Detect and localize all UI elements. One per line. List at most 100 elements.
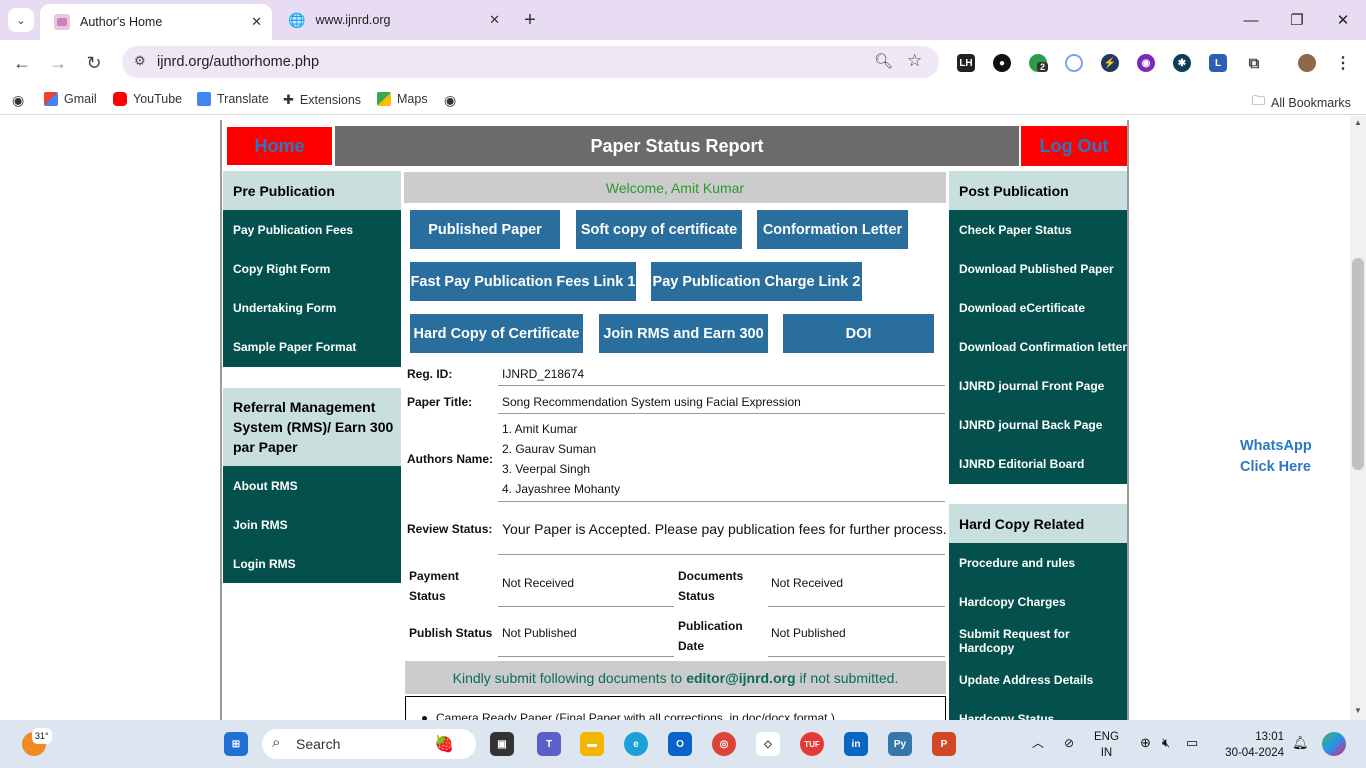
bookmark-star-icon[interactable]: ☆ bbox=[907, 51, 922, 71]
weather-temp: 31° bbox=[32, 728, 52, 744]
outlook-icon[interactable]: O bbox=[668, 732, 692, 756]
fast-pay-link1-button[interactable]: Fast Pay Publication Fees Link 1 bbox=[410, 262, 636, 301]
taskbar-search[interactable]: ⌕ Search 🍓 bbox=[262, 729, 476, 759]
close-tab-icon[interactable]: ✕ bbox=[251, 14, 262, 30]
menu-download-ecertificate[interactable]: Download eCertificate bbox=[949, 288, 1127, 327]
new-tab-icon[interactable]: + bbox=[518, 8, 542, 32]
menu-undertaking-form[interactable]: Undertaking Form bbox=[223, 288, 401, 327]
bookmark-globe-icon[interactable]: ◉ bbox=[12, 92, 24, 109]
soft-copy-certificate-button[interactable]: Soft copy of certificate bbox=[576, 210, 742, 249]
zoom-icon[interactable]: 🔍︎ bbox=[874, 52, 893, 70]
menu-pay-publication-fees[interactable]: Pay Publication Fees bbox=[223, 210, 401, 249]
hard-copy-certificate-button[interactable]: Hard Copy of Certificate bbox=[410, 314, 583, 353]
menu-join-rms[interactable]: Join RMS bbox=[223, 505, 401, 544]
bookmark-extensions[interactable]: ✚ Extensions bbox=[283, 92, 361, 108]
menu-journal-front-page[interactable]: IJNRD journal Front Page bbox=[949, 366, 1127, 405]
bookmark-label: Translate bbox=[217, 92, 269, 106]
extension-l-icon[interactable]: L bbox=[1209, 54, 1227, 72]
extensions-puzzle-icon[interactable]: ⧉ bbox=[1245, 54, 1263, 72]
pay-charge-link2-button[interactable]: Pay Publication Charge Link 2 bbox=[651, 262, 862, 301]
powerpoint-icon[interactable]: P bbox=[932, 732, 956, 756]
divider bbox=[768, 656, 945, 657]
all-bookmarks[interactable]: 🗀 All Bookmarks bbox=[1252, 92, 1351, 114]
extension-swirl-icon[interactable] bbox=[1065, 54, 1083, 72]
conformation-letter-button[interactable]: Conformation Letter bbox=[757, 210, 908, 249]
windows-start-icon[interactable]: ⊞ bbox=[224, 732, 248, 756]
github-icon[interactable]: ● bbox=[993, 54, 1011, 72]
battery-icon[interactable]: ▭ bbox=[1186, 735, 1198, 751]
bookmark-youtube[interactable]: YouTube bbox=[113, 92, 182, 106]
menu-editorial-board[interactable]: IJNRD Editorial Board bbox=[949, 444, 1127, 483]
clock[interactable]: 13:01 30-04-2024 bbox=[1220, 729, 1284, 761]
python-icon[interactable]: Py bbox=[888, 732, 912, 756]
menu-copy-right-form[interactable]: Copy Right Form bbox=[223, 249, 401, 288]
extension-purple-icon[interactable]: ◉ bbox=[1137, 54, 1155, 72]
join-rms-earn-button[interactable]: Join RMS and Earn 300 bbox=[599, 314, 768, 353]
paper-title-value: Song Recommendation System using Facial … bbox=[502, 395, 801, 409]
tab-authors-home[interactable]: Author's Home ✕ bbox=[40, 4, 272, 40]
menu-about-rms[interactable]: About RMS bbox=[223, 466, 401, 505]
teams-icon[interactable]: T bbox=[537, 732, 561, 756]
forward-icon[interactable]: → bbox=[45, 50, 71, 76]
notification-icon[interactable]: 🔔︎ bbox=[1292, 735, 1309, 751]
extension-bolt-icon[interactable]: ⚡ bbox=[1101, 54, 1119, 72]
menu-download-published-paper[interactable]: Download Published Paper bbox=[949, 249, 1127, 288]
menu-procedure-rules[interactable]: Procedure and rules bbox=[949, 543, 1127, 582]
copilot-icon[interactable] bbox=[1322, 732, 1346, 756]
pre-publication-heading: Pre Publication bbox=[223, 171, 401, 210]
close-window-icon[interactable]: ✕ bbox=[1330, 8, 1356, 32]
menu-download-confirmation-letter[interactable]: Download Confirmation letter bbox=[949, 327, 1127, 366]
tuf-icon[interactable]: TUF bbox=[800, 732, 824, 756]
close-tab-icon[interactable]: ✕ bbox=[489, 12, 500, 28]
menu-submit-hardcopy-request[interactable]: Submit Request for Hardcopy bbox=[949, 621, 1127, 660]
extension-network-icon[interactable]: ✱ bbox=[1173, 54, 1191, 72]
publish-status-value: Not Published bbox=[502, 626, 577, 640]
globe-tray-icon[interactable]: ⊕ bbox=[1140, 735, 1151, 751]
linkedin-icon[interactable]: in bbox=[844, 732, 868, 756]
scroll-down-icon[interactable]: ▼ bbox=[1354, 706, 1362, 715]
language-indicator[interactable]: ENG IN bbox=[1094, 729, 1119, 761]
menu-kebab-icon[interactable]: ⋮ bbox=[1334, 54, 1352, 72]
chevron-up-icon[interactable]: ︿ bbox=[1032, 735, 1044, 751]
doi-button[interactable]: DOI bbox=[783, 314, 934, 353]
editor-email-link[interactable]: editor@ijnrd.org bbox=[686, 670, 795, 686]
chrome-icon[interactable]: ◎ bbox=[712, 732, 736, 756]
scroll-up-icon[interactable]: ▲ bbox=[1354, 118, 1362, 127]
extension-lh-icon[interactable]: LH bbox=[957, 54, 975, 72]
menu-sample-paper-format[interactable]: Sample Paper Format bbox=[223, 327, 401, 366]
extension-green-icon[interactable]: 2 bbox=[1029, 54, 1049, 72]
restore-icon[interactable]: ❐ bbox=[1284, 8, 1310, 32]
site-info-icon[interactable]: ⚙ bbox=[134, 53, 146, 69]
menu-hardcopy-status[interactable]: Hardcopy Status bbox=[949, 699, 1127, 721]
hard-copy-heading: Hard Copy Related bbox=[949, 504, 1127, 543]
task-view-icon[interactable]: ▣ bbox=[490, 732, 514, 756]
address-bar[interactable]: ⚙ ijnrd.org/authorhome.php 🔍︎ ☆ bbox=[122, 46, 939, 78]
logout-button[interactable]: Log Out bbox=[1021, 126, 1127, 166]
whatsapp-link[interactable]: WhatsApp Click Here bbox=[1240, 436, 1312, 478]
menu-check-paper-status[interactable]: Check Paper Status bbox=[949, 210, 1127, 249]
profile-avatar[interactable] bbox=[1298, 54, 1316, 72]
app-icon[interactable]: ◇ bbox=[756, 732, 780, 756]
menu-hardcopy-charges[interactable]: Hardcopy Charges bbox=[949, 582, 1127, 621]
extension-badge: 2 bbox=[1037, 62, 1049, 72]
bookmark-gmail[interactable]: Gmail bbox=[44, 92, 97, 106]
menu-login-rms[interactable]: Login RMS bbox=[223, 544, 401, 583]
bookmark-translate[interactable]: Translate bbox=[197, 92, 269, 106]
minimize-icon[interactable]: — bbox=[1238, 8, 1264, 32]
notice-suffix: if not submitted. bbox=[799, 669, 899, 686]
menu-journal-back-page[interactable]: IJNRD journal Back Page bbox=[949, 405, 1127, 444]
tab-ijnrd-org[interactable]: 🌐 www.ijnrd.org ✕ bbox=[278, 0, 510, 40]
menu-update-address[interactable]: Update Address Details bbox=[949, 660, 1127, 699]
bookmark-maps[interactable]: Maps bbox=[377, 92, 428, 106]
reload-icon[interactable]: ↻ bbox=[81, 50, 107, 76]
home-button[interactable]: Home bbox=[226, 126, 333, 166]
file-explorer-icon[interactable]: ▬ bbox=[580, 732, 604, 756]
network-off-icon[interactable]: ⊘ bbox=[1064, 735, 1074, 751]
tab-search-dropdown-icon[interactable]: ⌄ bbox=[8, 8, 34, 32]
back-icon[interactable]: ← bbox=[9, 50, 35, 76]
edge-icon[interactable]: e bbox=[624, 732, 648, 756]
scrollbar-thumb[interactable] bbox=[1352, 258, 1364, 470]
volume-muted-icon[interactable]: 🔇︎ bbox=[1162, 735, 1170, 751]
published-paper-button[interactable]: Published Paper bbox=[410, 210, 560, 249]
bookmark-globe2-icon[interactable]: ◉ bbox=[444, 92, 456, 109]
